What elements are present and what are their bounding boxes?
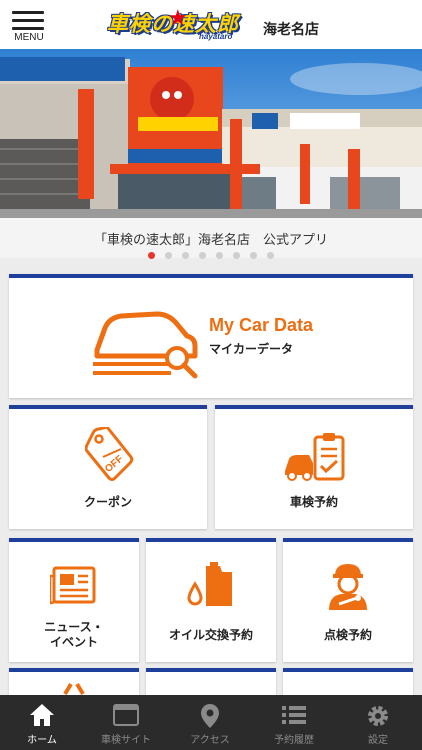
news-label-line2: イベント [49, 635, 98, 649]
oil-change-tile[interactable]: オイル交換予約 [146, 538, 276, 662]
tab-label: 設定 [368, 735, 388, 746]
mycar-subtitle: マイカーデータ [209, 342, 294, 356]
news-events-tile[interactable]: ニュース・ イベント [9, 538, 139, 662]
tab-access[interactable]: アクセス [168, 695, 252, 750]
star-icon: ★ [168, 6, 188, 31]
carousel-dot[interactable] [216, 252, 223, 259]
coupon-label: クーポン [83, 495, 132, 509]
carousel-pagination [0, 252, 422, 262]
bottom-tab-bar: ホーム 車検サイト アクセス 予約履歴 設定 [0, 695, 422, 750]
list-icon [282, 706, 306, 724]
carousel-dot[interactable] [199, 252, 206, 259]
carousel-dot[interactable] [182, 252, 189, 259]
gear-icon [368, 706, 388, 726]
hamburger-icon-bar [12, 27, 44, 30]
coupon-tile[interactable]: OFF クーポン [9, 405, 207, 529]
carousel-dot[interactable] [250, 252, 257, 259]
carousel-dot[interactable] [233, 252, 240, 259]
carousel-dot[interactable] [148, 252, 155, 259]
storefront-photo [0, 49, 422, 218]
newspaper-icon [50, 566, 96, 605]
tab-shaken-site[interactable]: 車検サイト [84, 695, 168, 750]
inspection-tile[interactable]: 点検予約 [283, 538, 413, 662]
shaken-reservation-tile[interactable]: 車検予約 [215, 405, 413, 529]
store-name: 海老名店 [263, 22, 319, 38]
browser-icon [113, 704, 139, 726]
mechanic-icon [329, 564, 367, 610]
tab-label: 予約履歴 [274, 735, 314, 746]
menu-label: MENU [14, 32, 44, 43]
tab-home[interactable]: ホーム [0, 695, 84, 750]
car-search-icon [93, 311, 198, 379]
home-icon [30, 704, 54, 726]
oil-can-icon [187, 562, 232, 606]
oil-change-label: オイル交換予約 [168, 628, 253, 642]
menu-button[interactable]: MENU [10, 9, 48, 45]
app-header: MENU 車検の速太郎 ★ hayataro 海老名店 [0, 0, 422, 49]
hamburger-icon [12, 11, 44, 14]
tab-label: 車検サイト [101, 735, 151, 746]
mycar-title: My Car Data [209, 315, 314, 335]
logo-subtext: hayataro [199, 32, 233, 41]
mycar-data-tile[interactable]: My Car Data マイカーデータ [9, 274, 413, 398]
tab-reservation-history[interactable]: 予約履歴 [252, 695, 336, 750]
carousel-dot[interactable] [165, 252, 172, 259]
brand-logo: 車検の速太郎 ★ hayataro [107, 6, 257, 42]
hamburger-icon-bar [12, 19, 44, 22]
carousel-dot[interactable] [267, 252, 274, 259]
shaken-reservation-label: 車検予約 [289, 495, 338, 509]
coupon-tag-icon: OFF [85, 427, 134, 481]
tab-label: ホーム [27, 735, 57, 746]
map-pin-icon [201, 704, 219, 728]
tab-settings[interactable]: 設定 [336, 695, 420, 750]
news-label-line1: ニュース・ [44, 620, 104, 634]
hero-banner-image[interactable] [0, 49, 422, 218]
inspection-label: 点検予約 [323, 628, 372, 642]
tab-label: アクセス [190, 735, 230, 746]
car-clipboard-icon [285, 433, 345, 481]
